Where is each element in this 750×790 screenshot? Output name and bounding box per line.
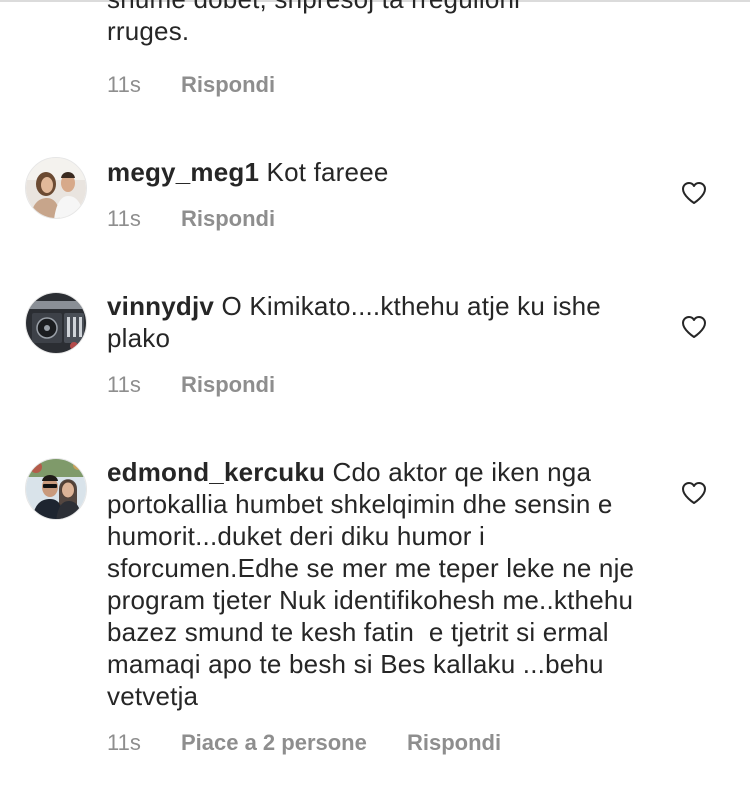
comment-body: edmond_kercuku Cdo aktor qe iken nga por… bbox=[107, 456, 647, 712]
comment-meta: 11s Rispondi bbox=[107, 372, 309, 398]
avatar[interactable] bbox=[25, 292, 87, 354]
comment-username[interactable]: edmond_kercuku bbox=[107, 457, 325, 487]
heart-outline-icon[interactable] bbox=[681, 315, 707, 339]
comment-timestamp: 11s bbox=[107, 206, 141, 231]
comment-body: vinnydjv O Kimikato....kthehu atje ku is… bbox=[107, 290, 647, 354]
comment-text-line: rruges. bbox=[107, 16, 190, 46]
comment-username[interactable]: vinnydjv bbox=[107, 291, 214, 321]
avatar[interactable] bbox=[25, 157, 87, 219]
comment-timestamp: 11s bbox=[107, 372, 141, 397]
heart-outline-icon[interactable] bbox=[681, 481, 707, 505]
comment-text-line: shume dobet, shpresoj ta rregulloni bbox=[107, 0, 647, 15]
reply-button[interactable]: Rispondi bbox=[181, 206, 275, 232]
comment-text: shume dobet, shpresoj ta rregulloni rrug… bbox=[107, 0, 647, 47]
comment-meta: 11s Rispondi bbox=[107, 72, 309, 98]
avatar-photo bbox=[26, 158, 86, 218]
reply-button[interactable]: Rispondi bbox=[407, 730, 501, 756]
avatar-photo bbox=[26, 293, 86, 353]
comment-meta: 11s Rispondi bbox=[107, 206, 309, 232]
comment-timestamp: 11s bbox=[107, 730, 141, 755]
comment-text: Cdo aktor qe iken nga portokallia humbet… bbox=[107, 457, 650, 711]
reply-button[interactable]: Rispondi bbox=[181, 372, 275, 398]
reply-button[interactable]: Rispondi bbox=[181, 72, 275, 98]
likes-count-button[interactable]: Piace a 2 persone bbox=[181, 730, 367, 756]
avatar-photo bbox=[26, 459, 86, 519]
comment-meta: 11s Piace a 2 persone Rispondi bbox=[107, 730, 535, 756]
heart-outline-icon[interactable] bbox=[681, 181, 707, 205]
comment-username[interactable]: megy_meg1 bbox=[107, 157, 259, 187]
comment-body: megy_meg1 Kot fareee bbox=[107, 156, 647, 188]
comment-text: Kot fareee bbox=[266, 157, 389, 187]
comment-timestamp: 11s bbox=[107, 72, 141, 97]
avatar[interactable] bbox=[25, 458, 87, 520]
